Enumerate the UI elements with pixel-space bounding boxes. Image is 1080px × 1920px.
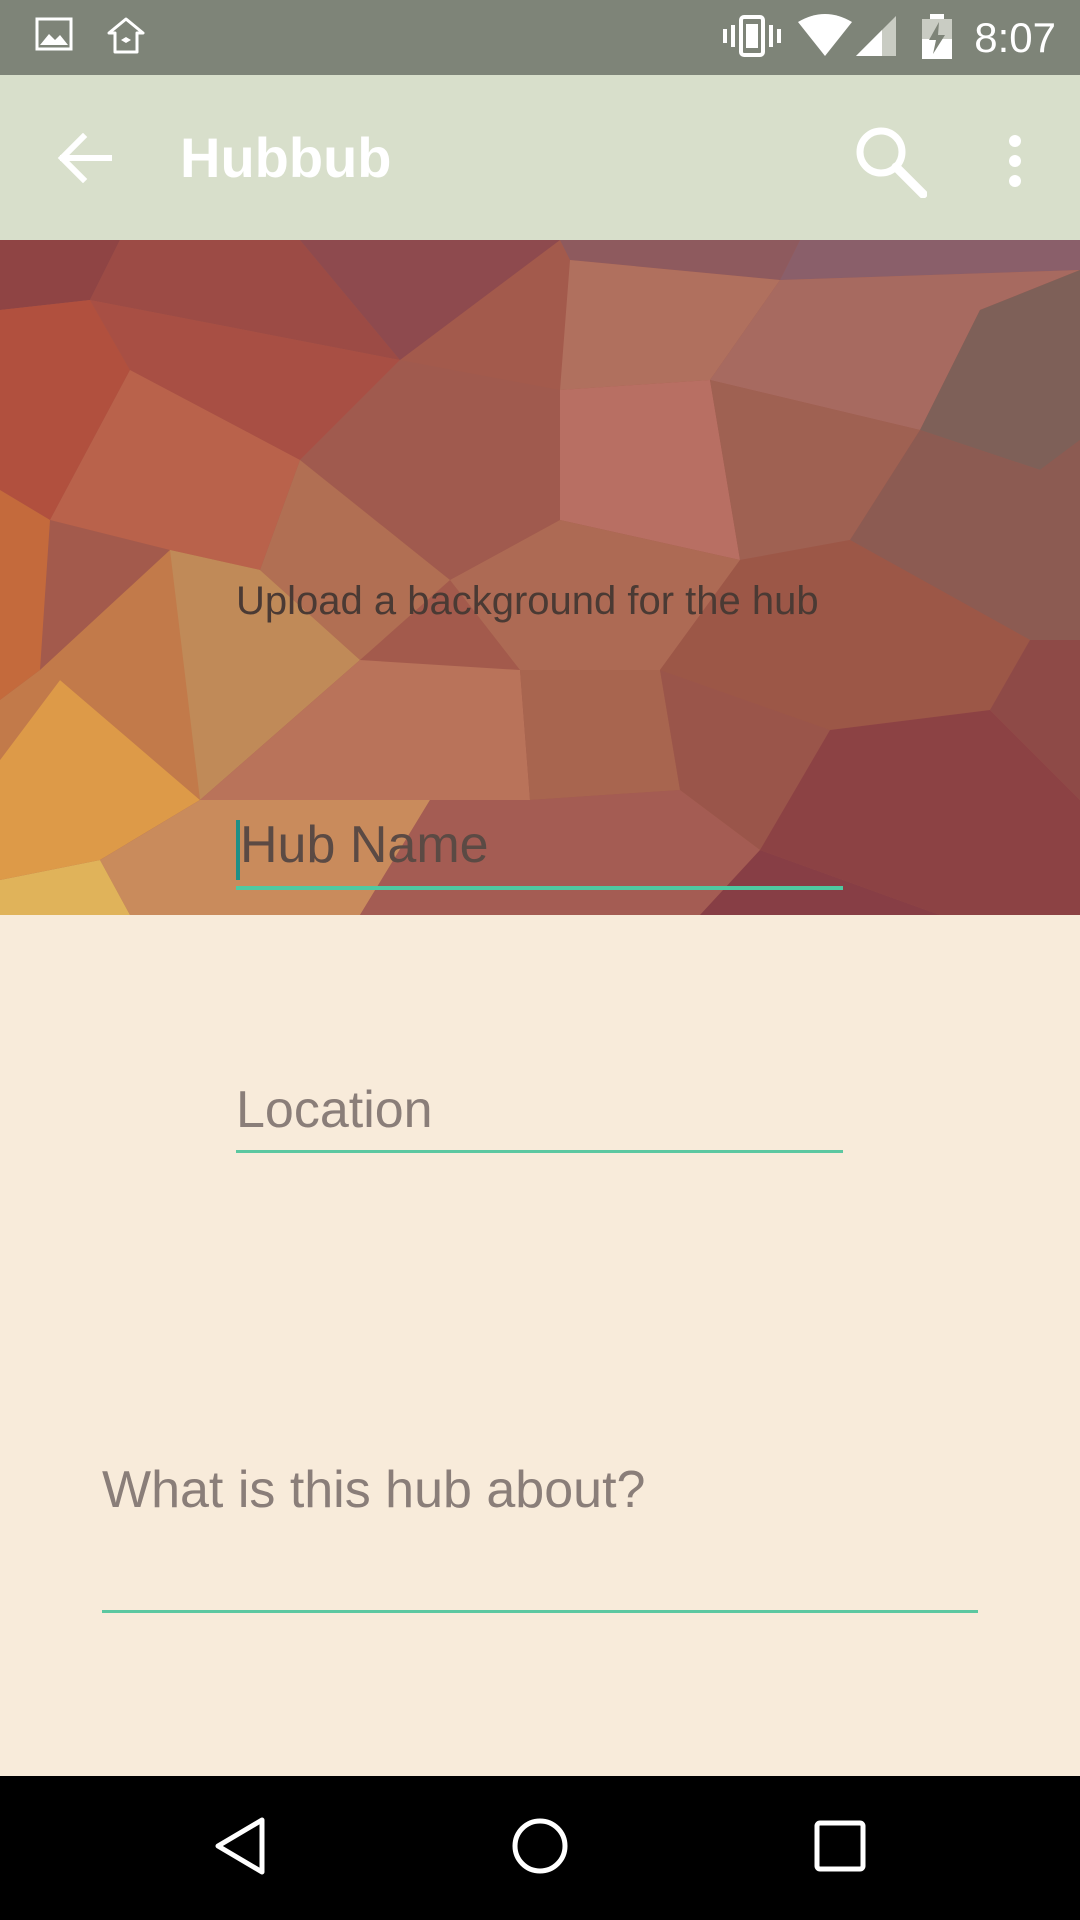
hub-name-field bbox=[236, 810, 843, 890]
hub-name-underline bbox=[236, 886, 843, 890]
more-vert-icon bbox=[1005, 133, 1025, 194]
battery-charging-icon bbox=[920, 14, 954, 65]
nav-home-button[interactable] bbox=[490, 1798, 590, 1898]
app-bar: Hubbub bbox=[0, 75, 1080, 240]
status-time: 8:07 bbox=[974, 14, 1056, 61]
hub-name-input[interactable] bbox=[240, 810, 840, 880]
status-bar: 8:07 bbox=[0, 0, 1080, 75]
upload-background-label: Upload a background for the hub bbox=[236, 579, 819, 623]
search-icon bbox=[853, 124, 928, 203]
home-circle-icon bbox=[510, 1816, 570, 1881]
vibrate-icon bbox=[722, 14, 782, 63]
hub-background-upload[interactable]: Upload a background for the hub bbox=[0, 240, 1080, 915]
search-button[interactable] bbox=[840, 113, 940, 213]
signal-icon bbox=[854, 14, 898, 63]
system-navigation-bar bbox=[0, 1776, 1080, 1920]
wifi-icon bbox=[796, 14, 854, 63]
location-underline bbox=[236, 1150, 843, 1153]
overflow-menu-button[interactable] bbox=[985, 113, 1045, 213]
app-title: Hubbub bbox=[180, 126, 392, 189]
back-triangle-icon bbox=[212, 1816, 268, 1881]
nav-back-button[interactable] bbox=[190, 1798, 290, 1898]
location-field bbox=[236, 1075, 843, 1155]
about-input[interactable] bbox=[102, 1450, 978, 1530]
location-input[interactable] bbox=[236, 1075, 843, 1145]
image-icon bbox=[34, 14, 74, 59]
recents-square-icon bbox=[813, 1819, 867, 1878]
about-underline bbox=[102, 1610, 978, 1613]
arrow-back-icon bbox=[57, 132, 113, 188]
back-button[interactable] bbox=[40, 115, 130, 205]
about-field bbox=[102, 1450, 978, 1615]
home-sync-icon bbox=[104, 14, 148, 63]
nav-recents-button[interactable] bbox=[790, 1798, 890, 1898]
